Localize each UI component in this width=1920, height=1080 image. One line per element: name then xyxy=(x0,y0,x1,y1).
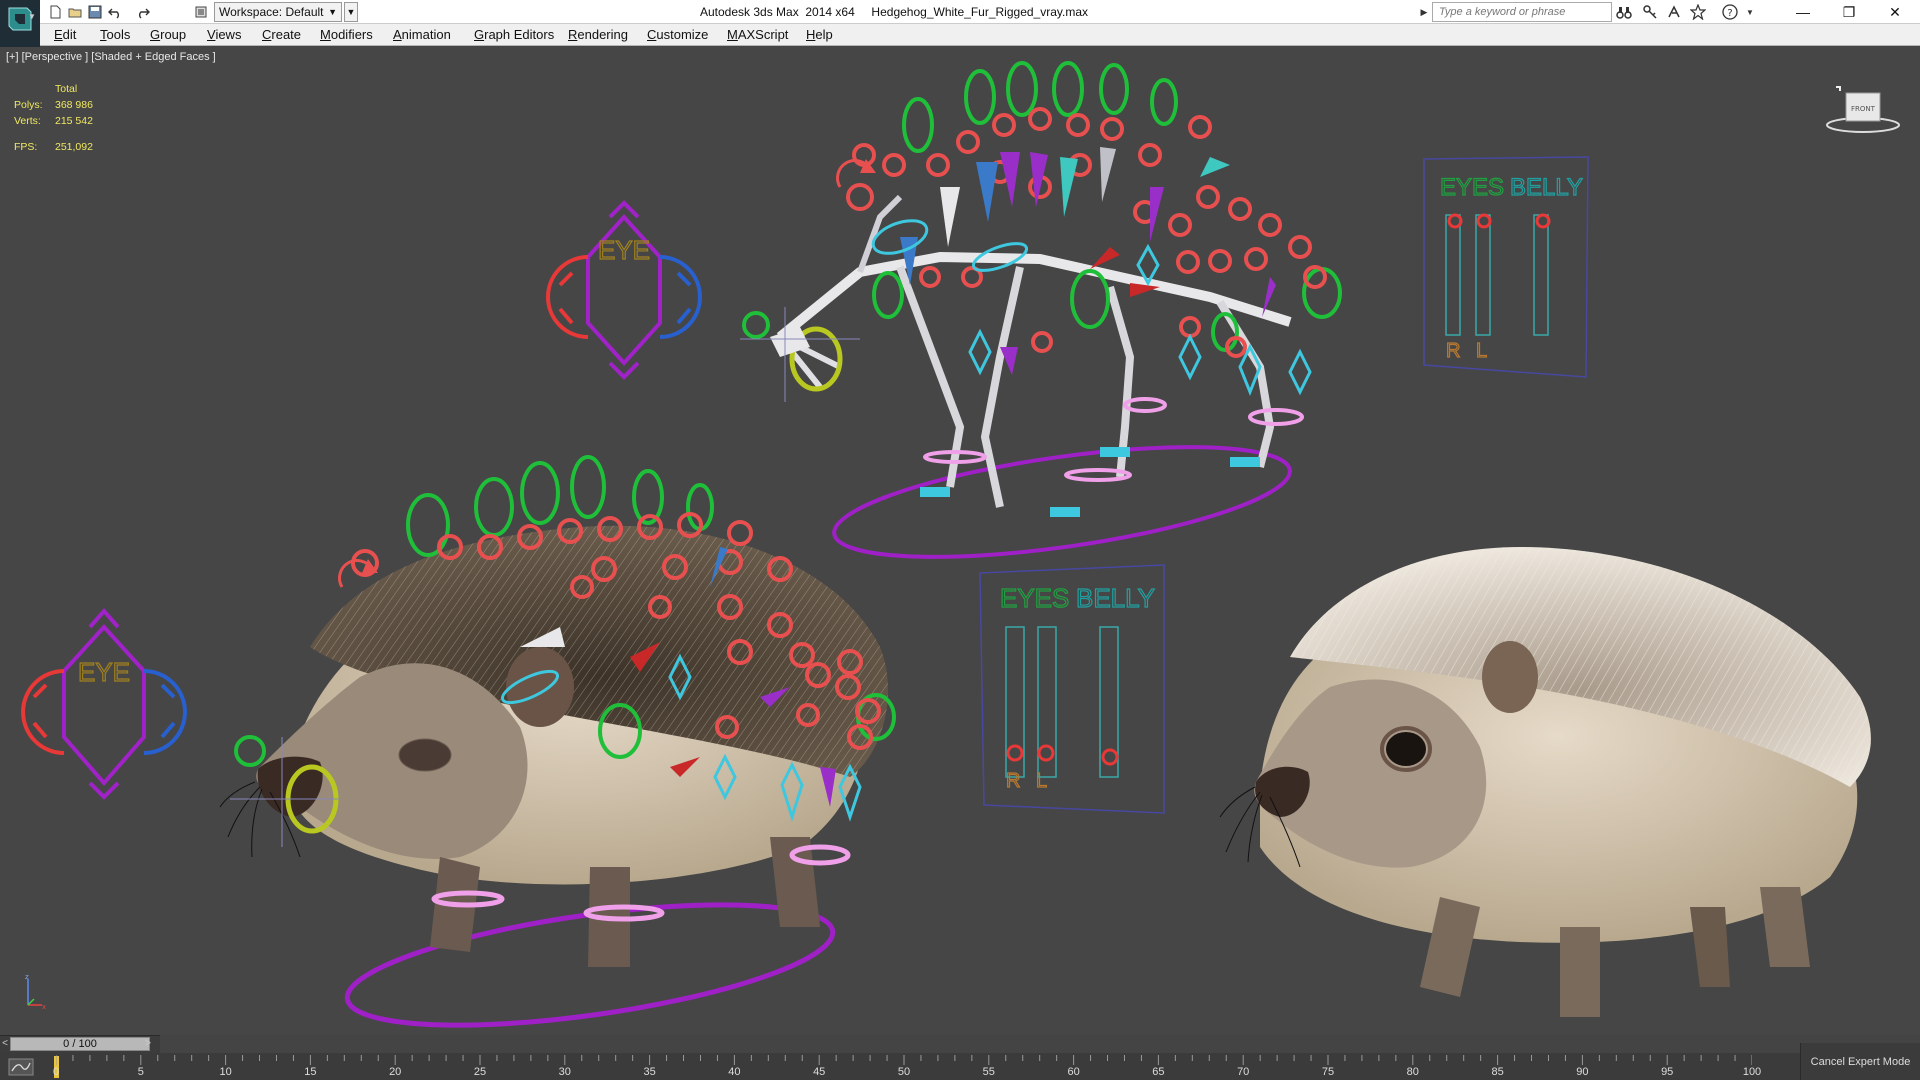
trackbar-tick-label: 50 xyxy=(897,1066,911,1078)
eye-widget-label-top: EYE xyxy=(598,235,650,265)
panel-top-l-label: L xyxy=(1476,340,1487,362)
trackbar-tick-label: 0 xyxy=(52,1066,60,1078)
menu-edit[interactable]: Edit xyxy=(54,27,76,42)
menu-create[interactable]: Create xyxy=(262,27,301,42)
eye-control-widget-top[interactable] xyxy=(546,200,702,380)
trackbar-tick-label: 35 xyxy=(643,1066,656,1078)
trackbar-tick-label: 10 xyxy=(219,1066,232,1078)
binoculars-icon[interactable] xyxy=(1614,3,1634,21)
eye-widget-label-mesh: EYE xyxy=(78,657,130,687)
rendered-hedgehog[interactable] xyxy=(1219,547,1871,1017)
stats-verts-label: Verts: xyxy=(14,115,41,127)
trackbar-tick-label: 55 xyxy=(982,1066,995,1078)
svg-text:z: z xyxy=(25,973,29,981)
close-button[interactable]: ✕ xyxy=(1872,0,1918,24)
workspace-options-button[interactable]: ▼ xyxy=(344,2,358,22)
menu-tools[interactable]: Tools xyxy=(100,27,130,42)
trackbar-tick-label: 70 xyxy=(1237,1066,1250,1078)
viewport-statistics: Total Polys: 368 986 Verts: 215 542 FPS: 25… xyxy=(14,81,93,155)
trackbar-tick-label: 90 xyxy=(1576,1066,1589,1078)
menu-bar: Edit Tools Group Views Create Modifiers … xyxy=(40,24,1920,46)
trackbar-tick-label: 25 xyxy=(473,1066,487,1078)
workspace-dropdown[interactable]: Workspace: Default ▼ xyxy=(214,2,342,22)
menu-views[interactable]: Views xyxy=(207,27,241,42)
trackbar-tick-label: 20 xyxy=(389,1066,402,1078)
chevron-down-icon: ▼ xyxy=(328,7,337,17)
trackbar-tick-label: 15 xyxy=(304,1066,317,1078)
rigged-hedgehog-mesh[interactable] xyxy=(219,525,889,967)
trackbar-tick-label: 75 xyxy=(1321,1066,1335,1078)
trackbar-tick-label: 65 xyxy=(1152,1066,1165,1078)
stats-fps-label: FPS: xyxy=(14,141,38,153)
viewport-label[interactable]: [+] [Perspective ] [Shaded + Edged Faces… xyxy=(6,51,216,63)
time-slider-prev-button[interactable]: < xyxy=(0,1037,10,1051)
stats-polys-label: Polys: xyxy=(14,99,43,111)
stats-fps-value: 251,092 xyxy=(55,141,93,153)
panel-top-belly-label: BELLY xyxy=(1510,174,1583,201)
new-file-icon[interactable] xyxy=(46,3,64,21)
viewport-scene[interactable]: EYE EYES BELLY R L EYES BELLY R L EYE xyxy=(0,47,1920,1035)
search-expand-icon[interactable]: ▶ xyxy=(1418,3,1430,21)
project-folder-icon[interactable] xyxy=(192,3,210,21)
panel-middle-belly-label: BELLY xyxy=(1076,583,1155,613)
panel-top-r-label: R xyxy=(1446,340,1460,362)
search-input[interactable]: Type a keyword or phrase xyxy=(1432,2,1612,22)
time-slider[interactable]: 0 / 100 xyxy=(10,1037,150,1051)
panel-middle-r-label: R xyxy=(1006,770,1020,792)
mini-curve-editor-icon[interactable] xyxy=(8,1057,34,1077)
title-bar: Workspace: Default ▼ ▼ Autodesk 3ds Max … xyxy=(0,0,1920,24)
panel-middle-l-label: L xyxy=(1036,770,1047,792)
menu-animation[interactable]: Animation xyxy=(393,27,451,42)
undo-icon[interactable] xyxy=(106,3,124,21)
menu-modifiers[interactable]: Modifiers xyxy=(320,27,373,42)
open-file-icon[interactable] xyxy=(66,3,84,21)
trackbar-tick-label: 80 xyxy=(1406,1066,1419,1078)
trackbar-tick-label: 45 xyxy=(813,1066,826,1078)
panel-top-eyes-label: EYES xyxy=(1440,174,1504,201)
help-icon[interactable]: ? xyxy=(1720,3,1740,21)
app-menu-chevron-icon: ▼ xyxy=(28,12,36,21)
menu-customize[interactable]: Customize xyxy=(647,27,708,42)
trackbar-tick-label: 60 xyxy=(1067,1066,1080,1078)
restore-button[interactable]: ❐ xyxy=(1826,0,1872,24)
eye-control-widget-mesh[interactable] xyxy=(21,607,187,800)
stats-verts-value: 215 542 xyxy=(55,115,93,127)
favorites-star-icon[interactable] xyxy=(1688,3,1708,21)
menu-group[interactable]: Group xyxy=(150,27,186,42)
help-dropdown-icon[interactable]: ▼ xyxy=(1740,3,1760,21)
redo-icon[interactable] xyxy=(134,3,152,21)
trackbar-tick-label: 40 xyxy=(728,1066,741,1078)
foot-claws-top xyxy=(920,447,1260,517)
subscription-key-icon[interactable] xyxy=(1640,3,1660,21)
stats-header: Total xyxy=(55,83,78,95)
menu-rendering[interactable]: Rendering xyxy=(568,27,628,42)
viewcube-front-label: FRONT xyxy=(1851,105,1876,113)
minimize-button[interactable]: — xyxy=(1780,0,1826,24)
cancel-expert-mode-button[interactable]: Cancel Expert Mode xyxy=(1800,1043,1920,1080)
root-control-circle-rig[interactable] xyxy=(828,425,1296,578)
trackbar-tick-label: 5 xyxy=(137,1066,144,1078)
trackbar-tick-label: 100 xyxy=(1742,1066,1762,1078)
axis-tripod-icon: z x xyxy=(25,973,46,1011)
stats-polys-value: 368 986 xyxy=(55,99,93,111)
svg-text:x: x xyxy=(42,1003,46,1011)
trackbar-tick-label: 85 xyxy=(1491,1066,1504,1078)
workspace-label: Workspace: Default xyxy=(219,5,324,19)
perspective-viewport[interactable]: EYE EYES BELLY R L EYES BELLY R L EYE [+… xyxy=(0,47,1920,1035)
time-slider-next-button[interactable]: > xyxy=(142,1037,154,1051)
panel-middle-eyes-label: EYES xyxy=(1000,583,1069,613)
menu-help[interactable]: Help xyxy=(806,27,833,42)
save-file-icon[interactable] xyxy=(86,3,104,21)
trackbar-ruler[interactable]: 0 5 10 15 20 25 30 35 40 45 50 55 60 65 70 75 80 85 90 95 10… xyxy=(52,1053,1761,1080)
communication-center-icon[interactable] xyxy=(1664,3,1684,21)
menu-maxscript[interactable]: MAXScript xyxy=(727,27,788,42)
window-title: Autodesk 3ds Max 2014 x64 Hedgehog_White… xyxy=(700,5,1088,19)
trackbar-tick-label: 95 xyxy=(1661,1066,1674,1078)
trackbar-tick-label: 30 xyxy=(558,1066,571,1078)
viewcube-icon[interactable]: FRONT xyxy=(1826,85,1900,135)
svg-text:?: ? xyxy=(1727,8,1732,19)
menu-graph-editors[interactable]: Graph Editors xyxy=(474,27,554,42)
